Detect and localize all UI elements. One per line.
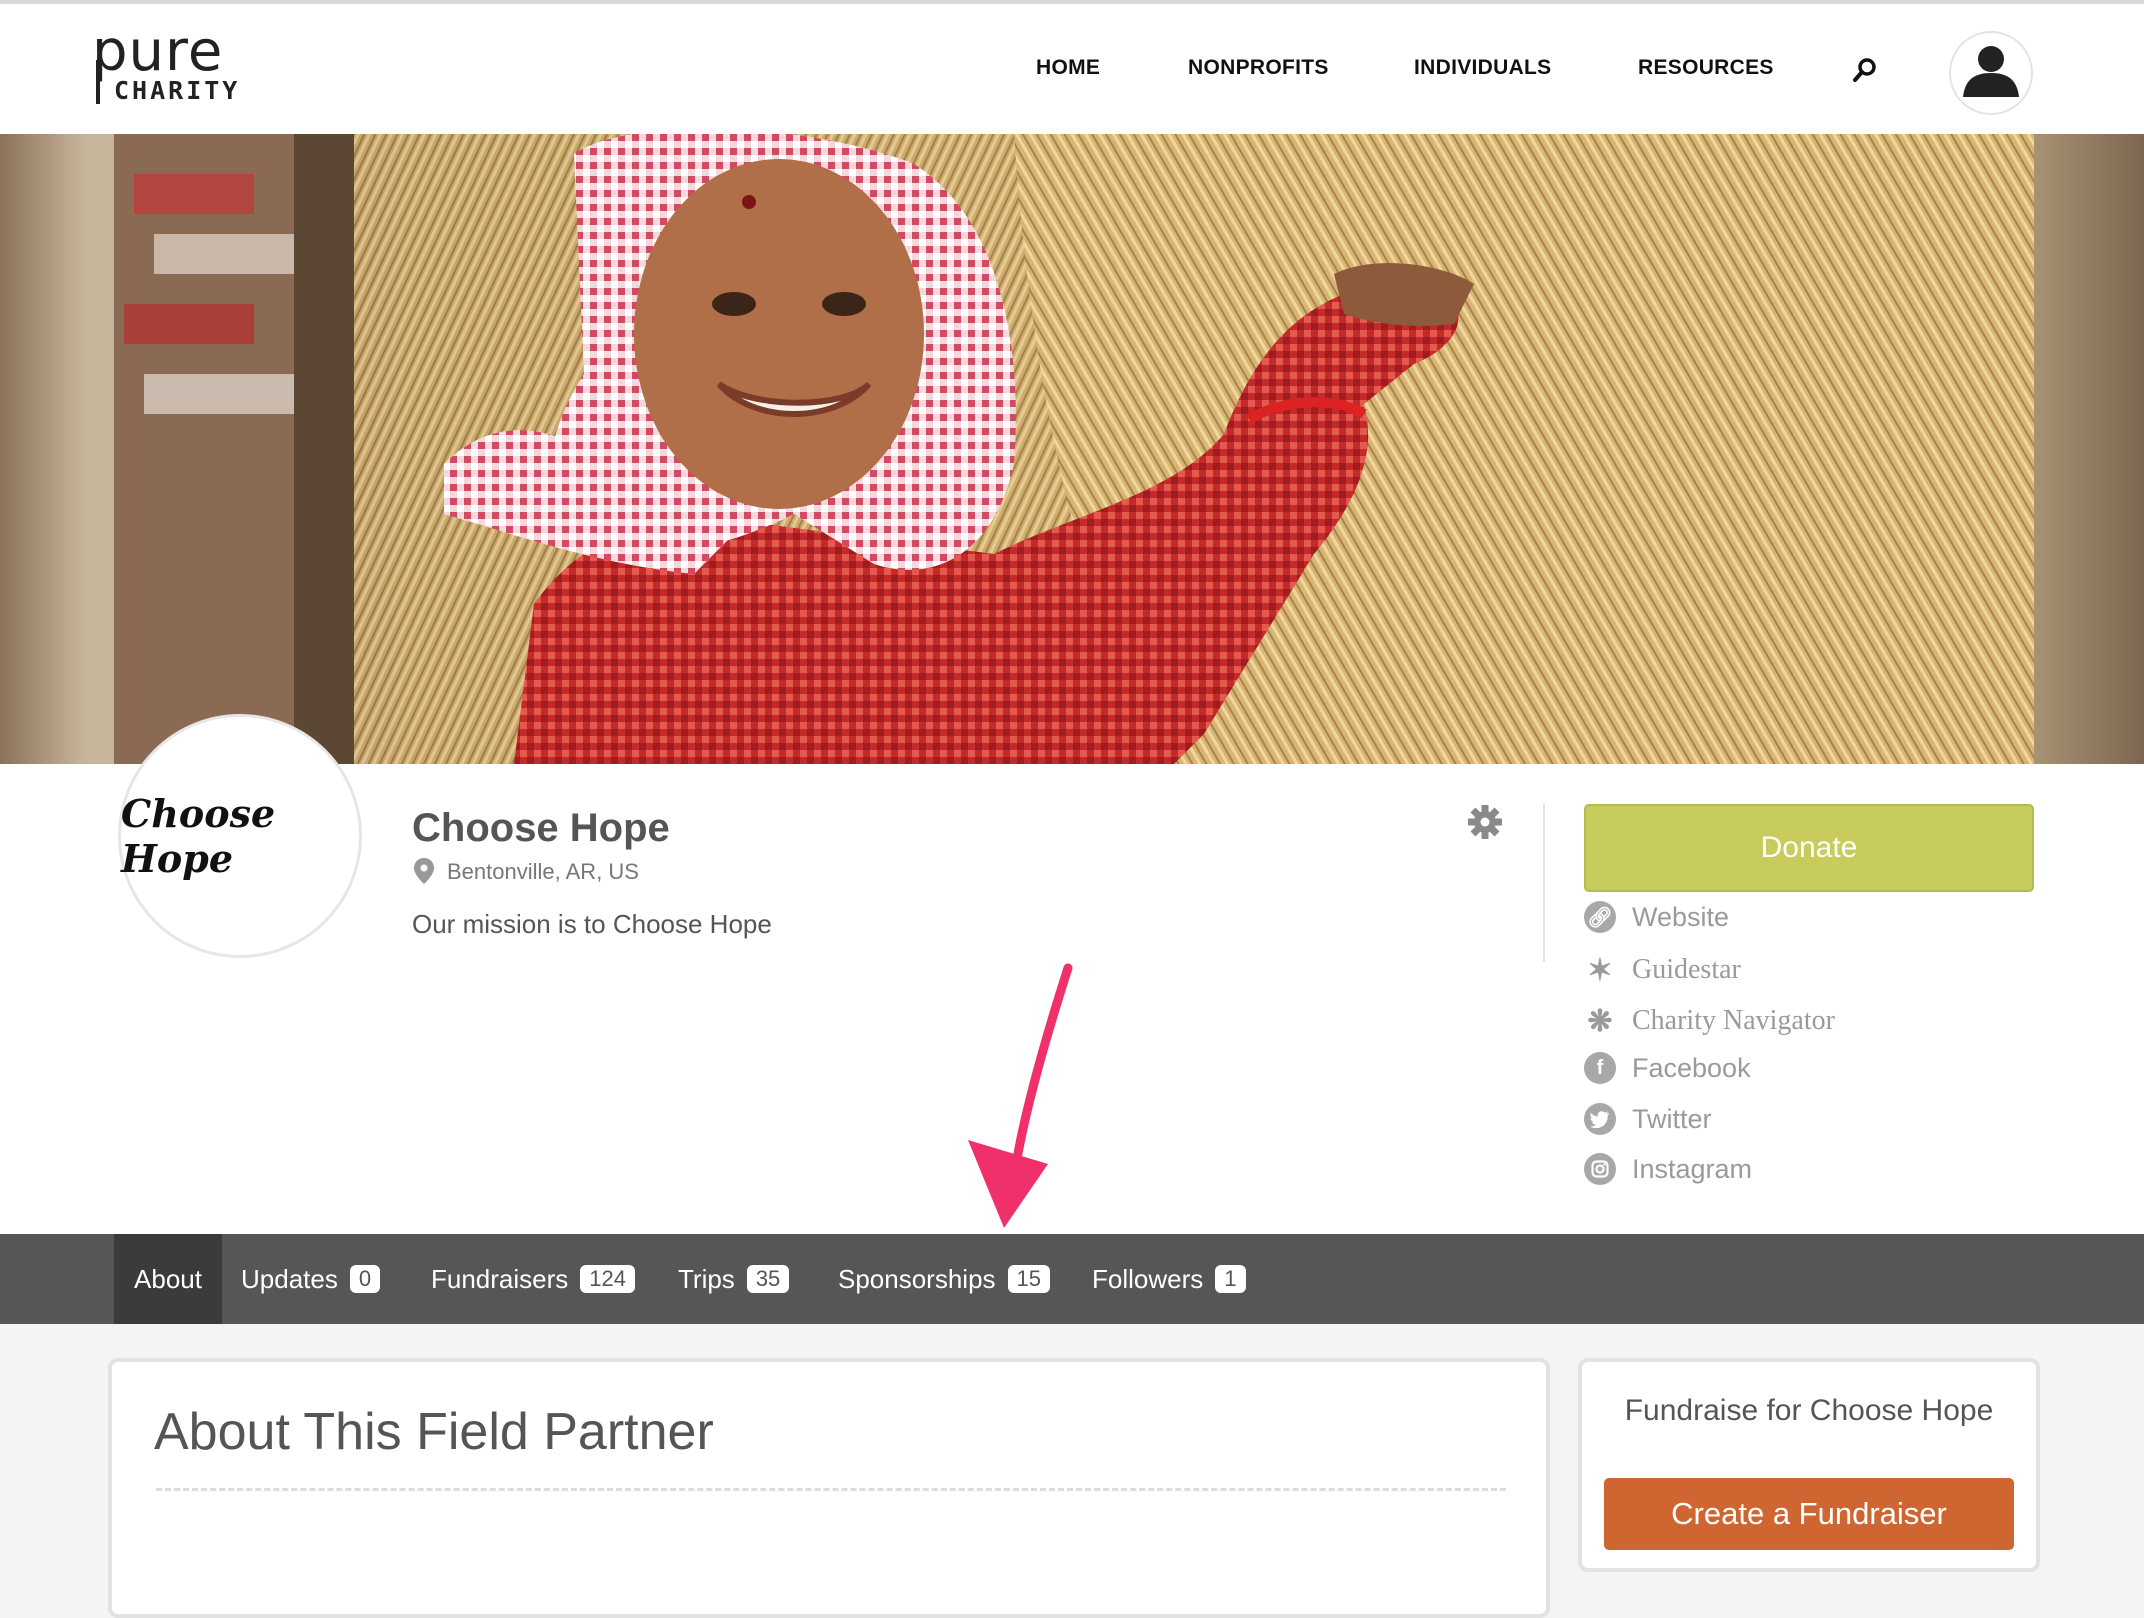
logo-word-charity: CHARITY [114,76,241,105]
link-chain-icon: 🔗︎ [1584,901,1616,933]
link-instagram-label: Instagram [1632,1153,1753,1184]
tab-updates-label: Updates [241,1263,338,1294]
nav-home[interactable]: HOME [1036,56,1100,80]
org-logo-text: Choose Hope [121,791,276,881]
link-charity-navigator-label: Charity Navigator [1632,1005,1835,1036]
user-silhouette-icon [1963,46,2019,97]
org-mission: Our mission is to Choose Hope [412,909,772,939]
tab-fundraisers-count: 124 [580,1265,635,1293]
tab-trips-label: Trips [678,1263,735,1294]
org-name: Choose Hope [412,806,670,850]
dashed-divider [156,1488,1506,1491]
charity-navigator-compass-icon: ❋ [1587,1004,1613,1038]
tab-followers[interactable]: Followers 1 [1092,1234,1246,1324]
tab-trips[interactable]: Trips 35 [678,1234,790,1324]
search-icon[interactable] [1852,56,1880,84]
tab-fundraisers[interactable]: Fundraisers 124 [431,1234,635,1324]
tab-updates-count: 0 [349,1265,381,1293]
location-pin-icon [414,858,434,884]
donate-button[interactable]: Donate [1584,804,2034,892]
tab-followers-count: 1 [1215,1265,1246,1293]
tab-fundraisers-label: Fundraisers [431,1263,569,1294]
tab-updates[interactable]: Updates 0 [241,1234,381,1324]
link-website-label: Website [1632,901,1730,932]
tab-sponsorships-label: Sponsorships [838,1263,996,1294]
org-location: Bentonville, AR, US [447,859,639,884]
nav-individuals[interactable]: INDIVIDUALS [1414,56,1551,80]
tab-sponsorships-count: 15 [1007,1265,1051,1293]
org-logo: Choose Hope [118,714,362,958]
link-instagram[interactable]: Instagram [1584,1149,1752,1189]
link-twitter[interactable]: Twitter [1584,1099,1712,1139]
hero-illustration [114,134,2034,764]
pure-charity-logo[interactable]: pure CHARITY [92,20,262,116]
guidestar-star-icon: ✶ [1587,953,1613,987]
link-guidestar-label: Guidestar [1632,954,1741,985]
annotation-arrow [968,963,1073,1228]
gear-icon[interactable] [1468,805,1502,839]
link-facebook-label: Facebook [1632,1052,1751,1083]
vertical-divider [1543,804,1545,962]
twitter-bird-icon [1584,1103,1616,1135]
link-charity-navigator[interactable]: ❋ Charity Navigator [1584,1001,1835,1041]
tab-about[interactable]: About [114,1234,222,1324]
create-fundraiser-button[interactable]: Create a Fundraiser [1604,1478,2014,1550]
link-website[interactable]: 🔗︎ Website [1584,897,1729,937]
tab-followers-label: Followers [1092,1263,1204,1294]
fundraise-title: Fundraise for Choose Hope [1624,1394,1994,1427]
nav-resources[interactable]: RESOURCES [1638,56,1774,80]
facebook-icon: f [1584,1052,1616,1084]
nav-nonprofits[interactable]: NONPROFITS [1188,56,1329,80]
hero-photo [114,134,2034,764]
link-twitter-label: Twitter [1632,1103,1712,1134]
link-facebook[interactable]: f Facebook [1584,1048,1751,1088]
tab-sponsorships[interactable]: Sponsorships 15 [838,1234,1051,1324]
tab-about-label: About [134,1263,202,1294]
user-avatar[interactable] [1949,31,2033,115]
instagram-icon [1584,1153,1616,1185]
fundraise-card: Fundraise for Choose Hope Create a Fundr… [1578,1358,2040,1572]
about-title: About This Field Partner [154,1403,714,1461]
tab-trips-count: 35 [746,1265,790,1293]
logo-word-pure: pure [92,19,224,84]
about-card: About This Field Partner [108,1358,1550,1618]
link-guidestar[interactable]: ✶ Guidestar [1584,950,1741,990]
hero-background-right [2034,134,2144,764]
profile-tabbar: About Updates 0 Fundraisers 124 Trips 35… [0,1234,2144,1324]
site-header: pure CHARITY HOME NONPROFITS INDIVIDUALS… [0,4,2144,135]
